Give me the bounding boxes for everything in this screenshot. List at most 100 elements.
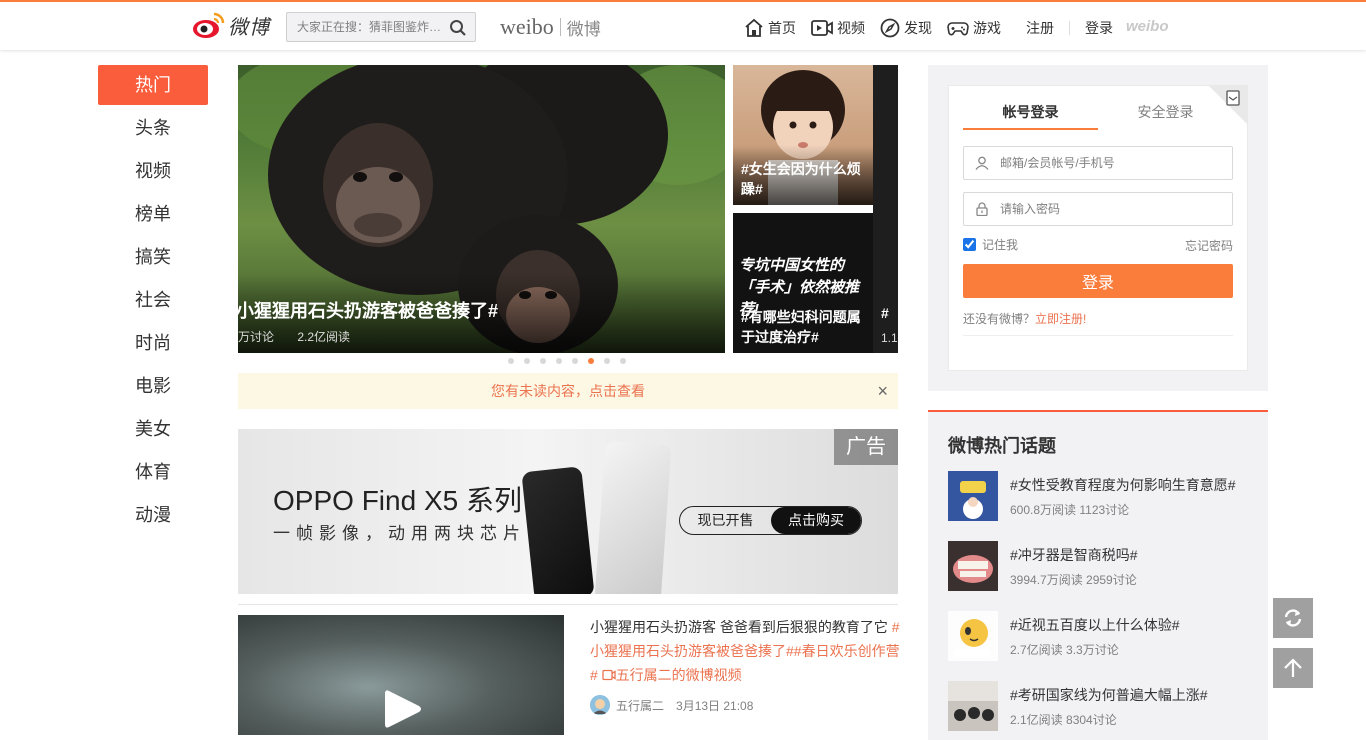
brand-chinese: 微博 [566,19,601,39]
nav-video[interactable]: 视频 [811,18,865,38]
video-thumbnail[interactable] [238,615,564,735]
register-prompt-text: 还没有微博？ [963,312,1036,326]
carousel-tile-health[interactable]: 专坑中国女性的「手术」依然被推荐! #有哪些妇科问题属于过度治疗# [733,213,873,353]
remember-me[interactable]: 记住我 [963,236,1018,253]
ad-label: 广告 [834,429,898,465]
logo-text: 微博 [228,16,270,39]
main-slide-title: 小猩猩用石头扔游客被爸爸揍了# [238,301,499,321]
post-video-link[interactable]: 五行属二的微博视频 [602,667,742,683]
password-input[interactable] [1000,193,1225,225]
unread-notice[interactable]: 您有未读内容，点击查看 × [238,373,898,409]
nav-video-label: 视频 [837,20,865,36]
main-nav: 首页 视频 发现 游戏 注册 登录 [744,14,1113,42]
post-text: 小猩猩用石头扔游客 爸爸看到后狠狠的教育了它 #小猩猩用石头扔游客被爸爸揍了##… [590,615,900,687]
login-tabs: 帐号登录 安全登录 [963,100,1233,130]
category-hot[interactable]: 热门 [98,65,208,105]
register-now-link[interactable]: 立即注册! [1035,312,1086,326]
edge-slide-meta: 1.1 [881,331,898,345]
category-video[interactable]: 视频 [98,151,208,194]
weibo-mini-logo[interactable]: weibo [1126,18,1169,35]
register-link[interactable]: 注册 [1026,18,1054,38]
back-to-top-button[interactable] [1273,648,1313,688]
carousel-dot[interactable] [508,358,514,364]
weibo-logo[interactable]: 微博 [192,10,270,40]
nav-games[interactable]: 游戏 [947,18,1001,38]
main-slide-discussions: 万讨论 [238,330,275,344]
search-input[interactable] [297,13,447,41]
login-button[interactable]: 登录 [963,264,1233,298]
topic-title: #冲牙器是智商税吗# [1010,547,1138,563]
register-prompt: 还没有微博？立即注册! [963,310,1086,327]
password-field[interactable] [963,192,1233,226]
compass-icon [880,18,900,38]
category-fashion[interactable]: 时尚 [98,323,208,366]
username-input[interactable] [1000,147,1225,179]
login-link[interactable]: 登录 [1085,18,1113,38]
forgot-password-link[interactable]: 忘记密码 [1185,237,1233,254]
gamepad-icon [947,22,969,36]
advertisement-banner[interactable]: OPPO Find X5 系列 一帧影像，动用两块芯片 现已开售 点击购买 广告 [238,429,898,594]
video-link-icon [602,669,616,681]
carousel-main-slide[interactable]: 小猩猩用石头扔游客被爸爸揍了# 万讨论 2.2亿阅读 [238,65,725,353]
avatar-image [590,695,610,715]
search-box[interactable] [286,12,476,42]
refresh-button[interactable] [1273,598,1313,638]
topic-meta: 2.1亿阅读 8304讨论 [1010,713,1117,727]
category-society[interactable]: 社会 [98,280,208,323]
category-rankings[interactable]: 榜单 [98,194,208,237]
tile2-caption: #有哪些妇科问题属于过度治疗# [741,309,861,345]
carousel-dot[interactable] [588,358,594,364]
carousel-edge-slide[interactable]: # 1.1 [873,65,898,353]
hot-topics-panel: 微博热门话题 #女性受教育程度为何影响生育意愿# 600.8万阅读 1123讨论… [928,410,1268,740]
unread-notice-text: 您有未读内容，点击查看 [491,383,645,399]
topic-image [948,611,998,661]
carousel-dot[interactable] [524,358,530,364]
hot-topic-item[interactable]: #近视五百度以上什么体验# 2.7亿阅读 3.3万讨论 [948,611,1248,661]
feed-divider [238,604,898,605]
hot-topic-item[interactable]: #考研国家线为何普遍大幅上涨# 2.1亿阅读 8304讨论 [948,681,1248,731]
play-icon[interactable] [383,687,423,731]
topic-thumbnail [948,611,998,661]
topic-title: #女性受教育程度为何影响生育意愿# [1010,477,1236,493]
nav-home[interactable]: 首页 [744,18,796,38]
ad-title: OPPO Find X5 系列 [273,485,522,516]
carousel-dot[interactable] [572,358,578,364]
username-field[interactable] [963,146,1233,180]
category-anime[interactable]: 动漫 [98,495,208,538]
nav-discover[interactable]: 发现 [880,18,932,38]
topic-image [948,471,998,521]
tab-account-login[interactable]: 帐号登录 [963,100,1098,130]
close-icon[interactable]: × [877,373,888,409]
video-icon [811,20,833,36]
hot-topic-item[interactable]: #冲牙器是智商税吗# 3994.7万阅读 2959讨论 [948,541,1248,591]
tab-secure-login[interactable]: 安全登录 [1098,100,1233,130]
author-name[interactable]: 五行属二 [616,697,664,714]
carousel-dot[interactable] [620,358,626,364]
login-card: 帐号登录 安全登录 记住我 忘记密码 登录 还没有微博？立即注册! [948,85,1248,371]
ad-subtitle: 一帧影像，动用两块芯片 [273,524,526,543]
user-icon [975,156,989,170]
tile1-caption: #女生会因为什么烦躁# [741,161,861,197]
carousel-tile-girl[interactable]: #女生会因为什么烦躁# [733,65,873,205]
carousel-pagination [508,358,636,364]
carousel-dot[interactable] [604,358,610,364]
login-divider [963,335,1233,336]
topic-title: #近视五百度以上什么体验# [1010,617,1180,633]
search-icon[interactable] [449,19,467,37]
remember-me-checkbox[interactable] [963,238,976,251]
nav-discover-label: 发现 [904,20,932,36]
category-funny[interactable]: 搞笑 [98,237,208,280]
category-movies[interactable]: 电影 [98,366,208,409]
category-beauty[interactable]: 美女 [98,409,208,452]
carousel-dot[interactable] [556,358,562,364]
author-avatar[interactable] [590,695,610,715]
category-headlines[interactable]: 头条 [98,108,208,151]
carousel-dot[interactable] [540,358,546,364]
phone-black-image [521,466,595,594]
post-video-link-label: 五行属二的微博视频 [615,667,742,683]
ad-buy-button[interactable]: 点击购买 [771,507,861,534]
phone-white-image [594,440,672,594]
ad-cta[interactable]: 现已开售 点击购买 [679,506,862,535]
category-sports[interactable]: 体育 [98,452,208,495]
hot-topic-item[interactable]: #女性受教育程度为何影响生育意愿# 600.8万阅读 1123讨论 [948,471,1248,521]
